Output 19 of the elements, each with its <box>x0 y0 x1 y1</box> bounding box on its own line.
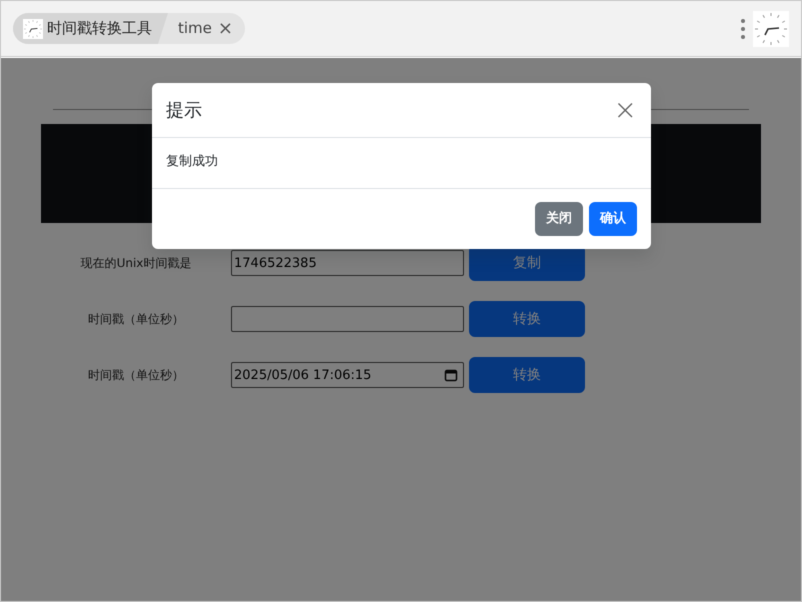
calendar-icon[interactable] <box>444 368 458 382</box>
action-button[interactable]: 转换 <box>469 301 585 337</box>
field-label: 现在的Unix时间戳是 <box>80 255 192 272</box>
more-icon[interactable] <box>741 18 745 38</box>
input-field[interactable]: 1746522385 <box>231 250 464 276</box>
close-button[interactable]: × <box>216 20 235 38</box>
field-label: 时间戳（单位秒） <box>87 367 185 384</box>
confirm-button[interactable]: 确认 <box>589 202 637 236</box>
close-button[interactable]: × <box>614 96 637 124</box>
dialog-message: 复制成功 <box>166 154 218 169</box>
date-field[interactable]: 2025/05/06 17:06:15 <box>231 362 464 388</box>
clock-icon <box>23 18 43 38</box>
tab[interactable]: 时间戳转换工具 <box>13 13 168 44</box>
action-button[interactable]: 转换 <box>469 357 585 393</box>
dialog-title: 提示 <box>166 98 202 122</box>
clock-icon[interactable] <box>753 10 789 46</box>
cancel-button[interactable]: 关闭 <box>535 202 583 236</box>
field-label: 时间戳（单位秒） <box>87 311 185 328</box>
tab[interactable]: time × <box>168 13 245 44</box>
